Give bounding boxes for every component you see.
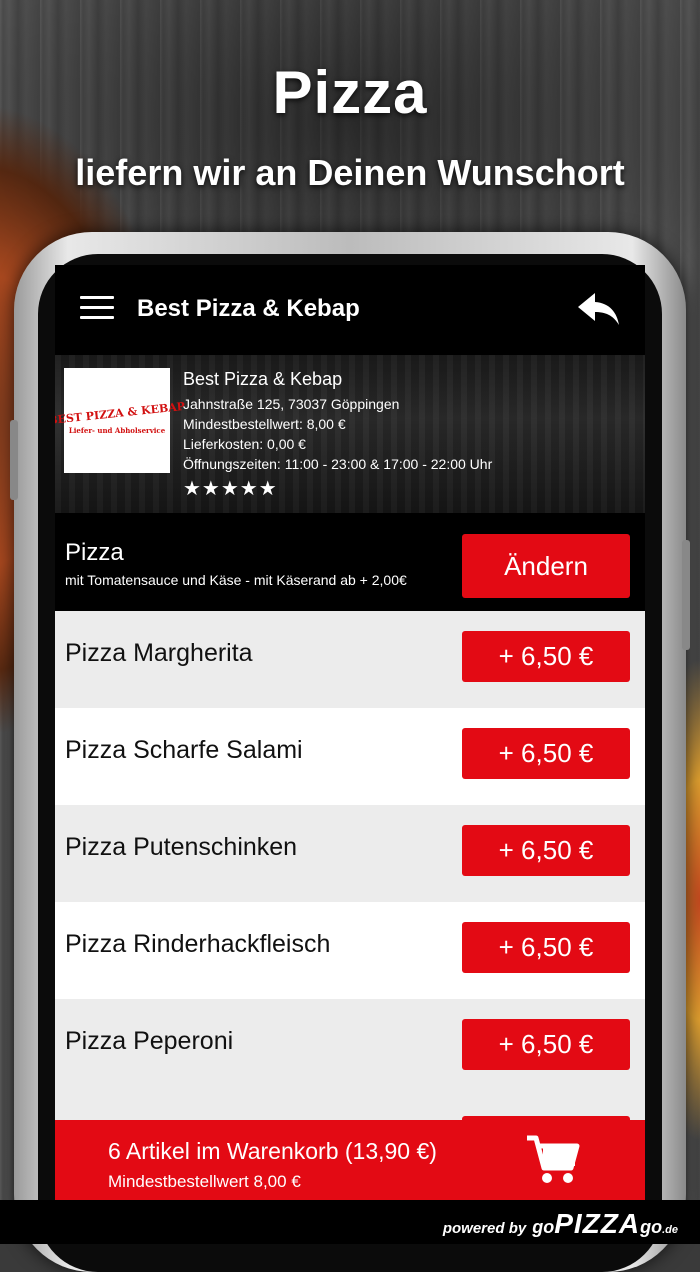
product-name: Pizza Rinderhackfleisch: [65, 930, 331, 958]
product-row: Pizza Scharfe Salami + 6,50 €: [55, 708, 645, 805]
restaurant-delivery-cost: Lieferkosten: 0,00 €: [183, 436, 306, 452]
app-screen: Best Pizza & Kebap BEST PIZZA & KEBAP Li…: [55, 265, 645, 1200]
promo-subtitle: liefern wir an Deinen Wunschort: [75, 152, 625, 193]
brand-go-prefix: go: [532, 1217, 555, 1237]
product-name: Pizza Peperoni: [65, 1027, 234, 1055]
change-category-button[interactable]: Ändern: [462, 534, 630, 598]
phone-side-button-left: [10, 420, 18, 500]
reply-back-icon[interactable]: [575, 289, 621, 329]
product-name: Pizza Scharfe Salami: [65, 736, 303, 764]
restaurant-logo: BEST PIZZA & KEBAP Liefer- und Abholserv…: [55, 368, 186, 473]
product-row: Pizza Peperoni + 6,50 €: [55, 999, 645, 1096]
product-list: Pizza Margherita + 6,50 € Pizza Scharfe Sa…: [55, 611, 645, 1156]
hamburger-menu-icon[interactable]: [80, 296, 114, 320]
logo-sub-text: Liefer- und Abholservice: [68, 425, 166, 435]
logo-main-text: BEST PIZZA & KEBAP: [55, 399, 186, 427]
brand-pizza: PIZZA: [554, 1208, 641, 1239]
product-row: Pizza Rinderhackfleisch + 6,50 €: [55, 902, 645, 999]
footer-bar: powered by go PIZZA go .de: [0, 1200, 700, 1244]
cart-bar[interactable]: 6 Artikel im Warenkorb (13,90 €) Mindest…: [55, 1120, 645, 1200]
restaurant-details: Best Pizza & Kebap Jahnstraße 125, 73037…: [183, 369, 492, 501]
product-name: Pizza Putenschinken: [65, 833, 298, 861]
shopping-cart-icon[interactable]: [525, 1134, 581, 1186]
powered-by-label: powered by: [442, 1220, 527, 1237]
brand-tld: .de: [662, 1224, 678, 1236]
add-product-button[interactable]: + 6,50 €: [462, 631, 630, 682]
category-description: mit Tomatensauce und Käse - mit Käserand…: [65, 572, 407, 588]
restaurant-name: Best Pizza & Kebap: [183, 369, 343, 389]
promo-title: Pizza: [272, 59, 428, 126]
restaurant-info-panel: BEST PIZZA & KEBAP Liefer- und Abholserv…: [55, 355, 645, 513]
phone-side-button-right: [682, 540, 690, 650]
add-product-button[interactable]: + 6,50 €: [462, 1019, 630, 1070]
brand-go-suffix: go: [640, 1217, 663, 1237]
add-product-button[interactable]: + 6,50 €: [462, 825, 630, 876]
rating-stars: ★★★★★: [183, 478, 278, 500]
restaurant-address: Jahnstraße 125, 73037 Göppingen: [183, 396, 400, 412]
add-product-button[interactable]: + 6,50 €: [462, 728, 630, 779]
cart-min-order: Mindestbestellwert 8,00 €: [108, 1172, 301, 1191]
restaurant-hours: Öffnungszeiten: 11:00 - 23:00 & 17:00 - …: [183, 456, 493, 472]
app-title: Best Pizza & Kebap: [137, 295, 360, 322]
product-name: Pizza Margherita: [65, 639, 253, 667]
product-row: Pizza Putenschinken + 6,50 €: [55, 805, 645, 902]
app-bar: Best Pizza & Kebap: [55, 265, 645, 355]
cart-summary: 6 Artikel im Warenkorb (13,90 €): [108, 1138, 437, 1164]
add-product-button[interactable]: + 6,50 €: [462, 922, 630, 973]
restaurant-min-order: Mindestbestellwert: 8,00 €: [183, 416, 346, 432]
category-title: Pizza: [65, 539, 124, 566]
product-row: Pizza Margherita + 6,50 €: [55, 611, 645, 708]
powered-by-brand: powered by go PIZZA go .de: [443, 1208, 678, 1240]
